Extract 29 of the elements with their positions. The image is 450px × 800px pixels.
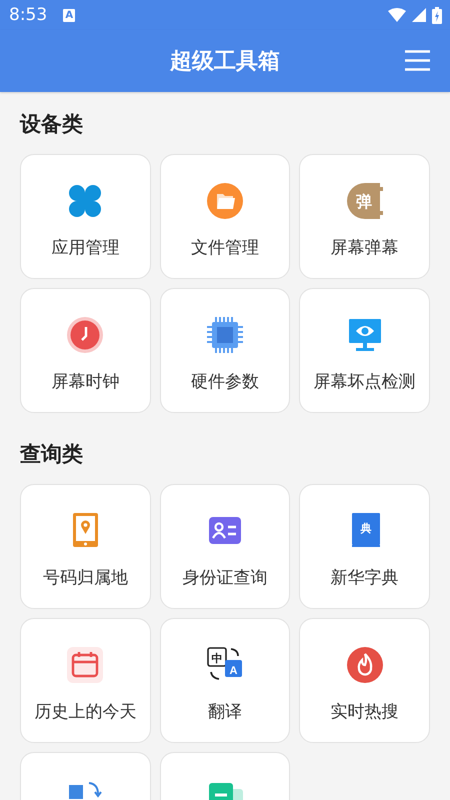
tool-card[interactable]: 硬件参数	[160, 288, 290, 413]
app-title: 超级工具箱	[170, 48, 280, 76]
wifi-icon	[388, 8, 406, 22]
tool-card[interactable]: 历史上的今天	[20, 618, 151, 743]
chip-icon	[206, 317, 243, 353]
fire-icon	[346, 647, 383, 683]
section-title: 查询类	[20, 441, 84, 468]
tool-card[interactable]: 屏幕时钟	[20, 288, 151, 413]
folder-icon	[206, 183, 243, 219]
tool-card[interactable]: 身份证查询	[160, 484, 290, 609]
tool-card[interactable]: 文件管理	[160, 154, 290, 279]
tool-card[interactable]: 中 A 翻译	[160, 618, 290, 743]
tool-card[interactable]: 实时热搜	[299, 618, 430, 743]
status-time: 8:53	[9, 5, 48, 25]
battery-icon	[432, 6, 442, 24]
tool-card[interactable]: 弹 屏幕弹幕	[299, 154, 430, 279]
signal-icon	[412, 8, 426, 22]
menu-icon[interactable]	[405, 50, 430, 71]
tool-card[interactable]: 典 新华字典	[299, 484, 430, 609]
tool-card[interactable]: 号码归属地	[20, 484, 151, 609]
monitor-eye-icon	[346, 317, 383, 353]
badge-icon: 弹	[346, 183, 383, 219]
calendar-icon	[67, 647, 104, 683]
clock-icon	[67, 317, 104, 353]
tool-card[interactable]: 屏幕坏点检测	[299, 288, 430, 413]
clover-icon	[67, 183, 104, 219]
tool-card[interactable]: 应用管理	[20, 154, 151, 279]
notification-icon: A	[63, 8, 76, 22]
section-title: 设备类	[20, 111, 84, 138]
